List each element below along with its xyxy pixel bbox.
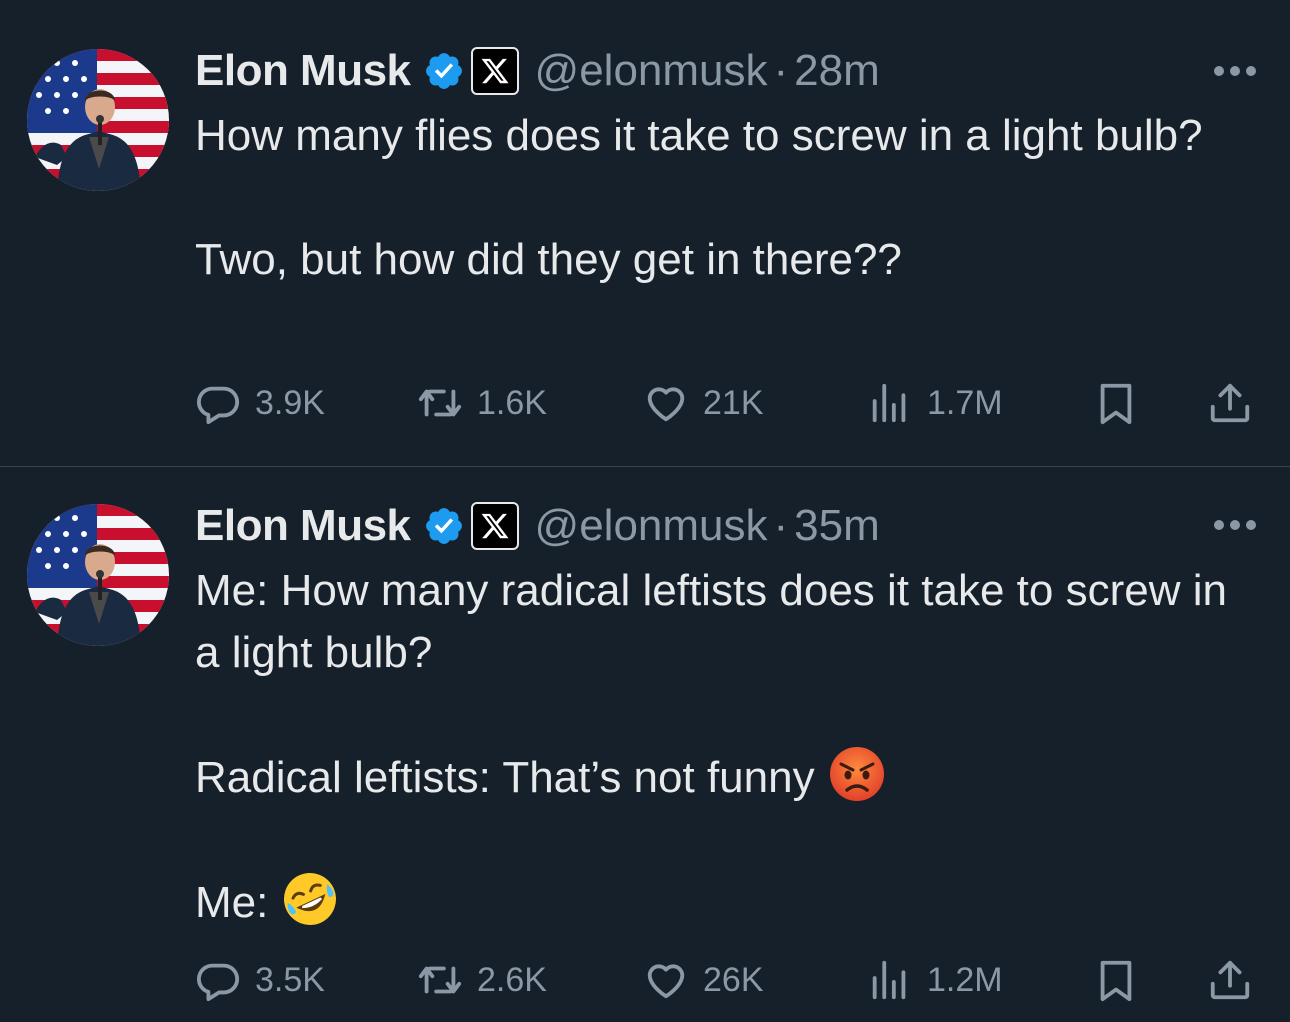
reply-count: 3.5K xyxy=(255,960,325,999)
share-button[interactable] xyxy=(1207,378,1253,428)
tweet-time[interactable]: 35m xyxy=(794,501,880,551)
tweet-text: How many flies does it take to screw in … xyxy=(195,105,1255,291)
tweet-line-text: Radical leftists: That’s not funny xyxy=(195,753,815,802)
rolling-on-floor-laughing-emoji xyxy=(282,871,338,927)
like-button[interactable]: 21K xyxy=(643,378,764,428)
separator-dot: · xyxy=(773,501,789,550)
action-bar: 3.5K 2.6K 26K 1.2M xyxy=(195,955,1265,1005)
bookmark-icon xyxy=(1093,380,1139,426)
reply-button[interactable]: 3.5K xyxy=(195,955,325,1005)
views-chart-icon xyxy=(867,957,913,1003)
heart-icon xyxy=(643,380,689,426)
tweet-line: How many flies does it take to screw in … xyxy=(195,111,1203,160)
author-handle[interactable]: @elonmusk xyxy=(535,46,768,96)
angry-face-emoji xyxy=(829,746,885,802)
reply-button[interactable]: 3.9K xyxy=(195,378,325,428)
tweet-time[interactable]: 28m xyxy=(794,46,880,96)
views-button[interactable]: 1.7M xyxy=(867,378,1003,428)
more-icon[interactable] xyxy=(1212,64,1258,78)
views-chart-icon xyxy=(867,380,913,426)
like-button[interactable]: 26K xyxy=(643,955,764,1005)
tweet-header: Elon Musk @elonmusk · 35m xyxy=(195,498,880,554)
tweet-text: Me: How many radical leftists does it ta… xyxy=(195,560,1255,934)
heart-icon xyxy=(643,957,689,1003)
author-name[interactable]: Elon Musk xyxy=(195,46,411,96)
view-count: 1.7M xyxy=(927,383,1003,422)
repost-icon xyxy=(417,957,463,1003)
tweet-line: Radical leftists: That’s not funny xyxy=(195,746,1255,809)
separator-dot: · xyxy=(773,46,789,95)
avatar[interactable] xyxy=(27,49,169,191)
tweet-line-text: Me: xyxy=(195,878,269,927)
view-count: 1.2M xyxy=(927,960,1003,999)
x-logo-icon[interactable] xyxy=(470,47,519,95)
author-name[interactable]: Elon Musk xyxy=(195,501,411,551)
repost-icon xyxy=(417,380,463,426)
repost-count: 1.6K xyxy=(477,383,547,422)
action-bar: 3.9K 1.6K 21K 1.7M xyxy=(195,378,1265,428)
repost-button[interactable]: 1.6K xyxy=(417,378,547,428)
like-count: 21K xyxy=(703,383,764,422)
more-icon[interactable] xyxy=(1212,518,1258,532)
tweet-line: Two, but how did they get in there?? xyxy=(195,235,902,284)
share-icon xyxy=(1207,380,1253,426)
tweet-line: Me: How many radical leftists does it ta… xyxy=(195,566,1227,677)
tweet-header: Elon Musk @elonmusk · 28m xyxy=(195,43,880,99)
reply-icon xyxy=(195,380,241,426)
avatar[interactable] xyxy=(27,504,169,646)
x-logo-icon[interactable] xyxy=(470,502,519,550)
bookmark-button[interactable] xyxy=(1093,378,1139,428)
bookmark-button[interactable] xyxy=(1093,955,1139,1005)
views-button[interactable]: 1.2M xyxy=(867,955,1003,1005)
tweet-line: Me: xyxy=(195,871,1255,934)
verified-badge-icon[interactable] xyxy=(423,505,465,547)
reply-count: 3.9K xyxy=(255,383,325,422)
like-count: 26K xyxy=(703,960,764,999)
share-icon xyxy=(1207,957,1253,1003)
reply-icon xyxy=(195,957,241,1003)
verified-badge-icon[interactable] xyxy=(423,50,465,92)
share-button[interactable] xyxy=(1207,955,1253,1005)
repost-count: 2.6K xyxy=(477,960,547,999)
repost-button[interactable]: 2.6K xyxy=(417,955,547,1005)
bookmark-icon xyxy=(1093,957,1139,1003)
author-handle[interactable]: @elonmusk xyxy=(535,501,768,551)
divider xyxy=(0,466,1290,467)
